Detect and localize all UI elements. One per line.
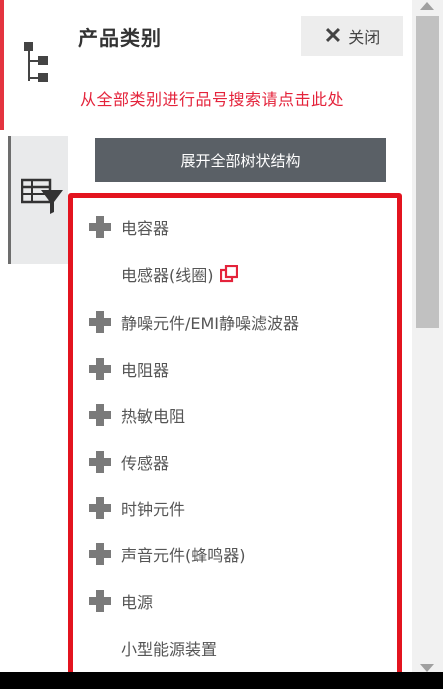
bottom-edge-bar bbox=[0, 672, 443, 689]
panel-title: 产品类别 bbox=[78, 26, 162, 50]
scroll-thumb[interactable] bbox=[416, 16, 439, 328]
plus-icon[interactable] bbox=[89, 590, 111, 612]
tree-item-sensor[interactable]: 传感器 bbox=[89, 444, 169, 480]
table-filter-icon bbox=[21, 178, 63, 214]
tree-item-label: 电感器(线圈) bbox=[121, 266, 214, 285]
category-panel: 产品类别 ✕ 关闭 从全部类别进行品号搜索请点击此处 展开全部树状结构 电容器 … bbox=[68, 0, 412, 689]
plus-icon[interactable] bbox=[89, 451, 111, 473]
tree-item-label: 热敏电阻 bbox=[121, 407, 186, 426]
tree-icon bbox=[24, 42, 48, 82]
side-tab-strip bbox=[0, 0, 68, 689]
tree-item-label: 时钟元件 bbox=[121, 500, 186, 519]
tree-item-label: 电容器 bbox=[121, 219, 170, 238]
tree-item-label: 静噪元件/EMI静噪滤波器 bbox=[121, 314, 300, 333]
tree-item-sound-component[interactable]: 声音元件(蜂鸣器) bbox=[89, 536, 246, 572]
plus-icon[interactable] bbox=[89, 216, 111, 238]
tree-item-label: 声音元件(蜂鸣器) bbox=[121, 546, 246, 565]
tab-category-tree[interactable] bbox=[0, 0, 68, 130]
scroll-down-arrow-icon[interactable] bbox=[420, 664, 434, 672]
tree-item-thermistor[interactable]: 热敏电阻 bbox=[89, 397, 185, 433]
close-label: 关闭 bbox=[348, 30, 381, 47]
plus-icon[interactable] bbox=[89, 497, 111, 519]
plus-icon[interactable] bbox=[89, 358, 111, 380]
tree-item-label: 电源 bbox=[121, 593, 154, 612]
close-icon: ✕ bbox=[323, 23, 343, 48]
tree-item-label: 小型能源装置 bbox=[121, 640, 218, 659]
plus-icon[interactable] bbox=[89, 404, 111, 426]
close-button[interactable]: ✕ 关闭 bbox=[301, 16, 403, 56]
scroll-up-arrow-icon[interactable] bbox=[420, 2, 434, 10]
external-link-icon[interactable] bbox=[219, 265, 238, 283]
expand-all-button[interactable]: 展开全部树状结构 bbox=[95, 138, 386, 182]
vertical-scrollbar[interactable] bbox=[412, 0, 443, 689]
tree-item-emi-filter[interactable]: 静噪元件/EMI静噪滤波器 bbox=[89, 304, 299, 340]
tree-item-label: 传感器 bbox=[121, 454, 170, 473]
category-tree: 电容器 电感器(线圈) 静噪元件/EMI静噪滤波器 电阻器 热敏电阻 传感器 时… bbox=[68, 193, 402, 686]
tree-item-timing-device[interactable]: 时钟元件 bbox=[89, 490, 185, 526]
tree-item-power-supply[interactable]: 电源 bbox=[89, 583, 153, 619]
plus-icon[interactable] bbox=[89, 311, 111, 333]
tree-item-inductor[interactable]: 电感器(线圈) bbox=[121, 256, 238, 292]
tree-item-capacitor[interactable]: 电容器 bbox=[89, 209, 169, 245]
search-all-link[interactable]: 从全部类别进行品号搜索请点击此处 bbox=[80, 86, 344, 110]
tree-item-label: 电阻器 bbox=[121, 361, 170, 380]
plus-icon[interactable] bbox=[89, 543, 111, 565]
tab-table-filter[interactable] bbox=[8, 136, 68, 264]
tree-item-micro-energy-device[interactable]: 小型能源装置 bbox=[121, 630, 217, 666]
tree-item-resistor[interactable]: 电阻器 bbox=[89, 351, 169, 387]
